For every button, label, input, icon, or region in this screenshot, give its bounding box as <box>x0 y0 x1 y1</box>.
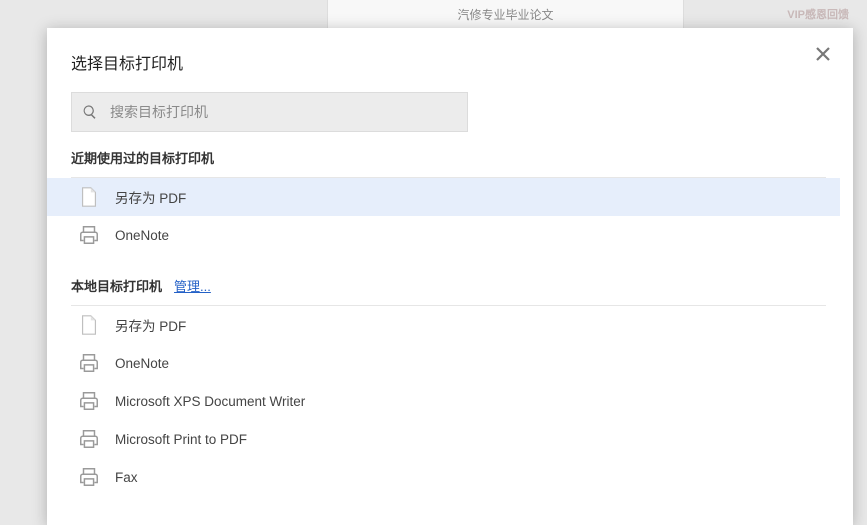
printer-row[interactable]: OneNote <box>47 344 840 382</box>
local-header-text: 本地目标打印机 <box>71 276 162 295</box>
search-box[interactable] <box>71 92 468 132</box>
search-icon <box>82 104 98 120</box>
recent-printers-list: 另存为 PDF OneNote <box>47 178 840 254</box>
printer-row[interactable]: OneNote <box>47 216 840 254</box>
search-wrap <box>47 92 853 148</box>
local-printers-list: 另存为 PDF OneNote Microsoft XPS Document Wri… <box>47 306 840 496</box>
background-doc-title: 汽修专业毕业论文 <box>457 6 553 23</box>
printer-row[interactable]: Microsoft Print to PDF <box>47 420 840 458</box>
printer-label: Fax <box>115 470 138 485</box>
printer-icon <box>78 352 100 374</box>
document-icon <box>78 314 100 336</box>
manage-link[interactable]: 管理... <box>174 276 211 295</box>
dialog-title: 选择目标打印机 <box>47 50 853 92</box>
printer-row[interactable]: 另存为 PDF <box>47 306 840 344</box>
vip-label: VIP感恩回馈 <box>787 6 849 22</box>
printer-icon <box>78 224 100 246</box>
printer-label: Microsoft XPS Document Writer <box>115 394 305 409</box>
printer-row[interactable]: Fax <box>47 458 840 496</box>
printer-icon <box>77 223 101 247</box>
printer-icon <box>78 428 100 450</box>
close-icon <box>816 47 830 61</box>
document-icon <box>77 185 101 209</box>
printer-label: 另存为 PDF <box>115 315 186 335</box>
printer-icon <box>77 351 101 375</box>
recent-header-text: 近期使用过的目标打印机 <box>71 148 214 167</box>
printer-row[interactable]: 另存为 PDF <box>47 178 840 216</box>
background-document-tab: 汽修专业毕业论文 <box>327 0 684 30</box>
printer-icon <box>77 389 101 413</box>
printer-label: OneNote <box>115 356 169 371</box>
close-button[interactable] <box>813 44 833 64</box>
printer-icon <box>78 466 100 488</box>
printer-label: 另存为 PDF <box>115 187 186 207</box>
recent-printers-header: 近期使用过的目标打印机 <box>47 148 840 177</box>
document-icon <box>78 186 100 208</box>
printer-dialog: 选择目标打印机 近期使用过的目标打印机 另存为 PDF OneNote 本地目标打… <box>47 28 853 525</box>
printer-scroll-area[interactable]: 近期使用过的目标打印机 另存为 PDF OneNote 本地目标打印机 管理...… <box>47 148 840 518</box>
printer-label: OneNote <box>115 228 169 243</box>
local-printers-header: 本地目标打印机 管理... <box>47 276 840 305</box>
search-input[interactable] <box>110 104 457 120</box>
printer-label: Microsoft Print to PDF <box>115 432 247 447</box>
printer-icon <box>77 427 101 451</box>
printer-icon <box>78 390 100 412</box>
printer-icon <box>77 465 101 489</box>
printer-row[interactable]: Microsoft XPS Document Writer <box>47 382 840 420</box>
document-icon <box>77 313 101 337</box>
